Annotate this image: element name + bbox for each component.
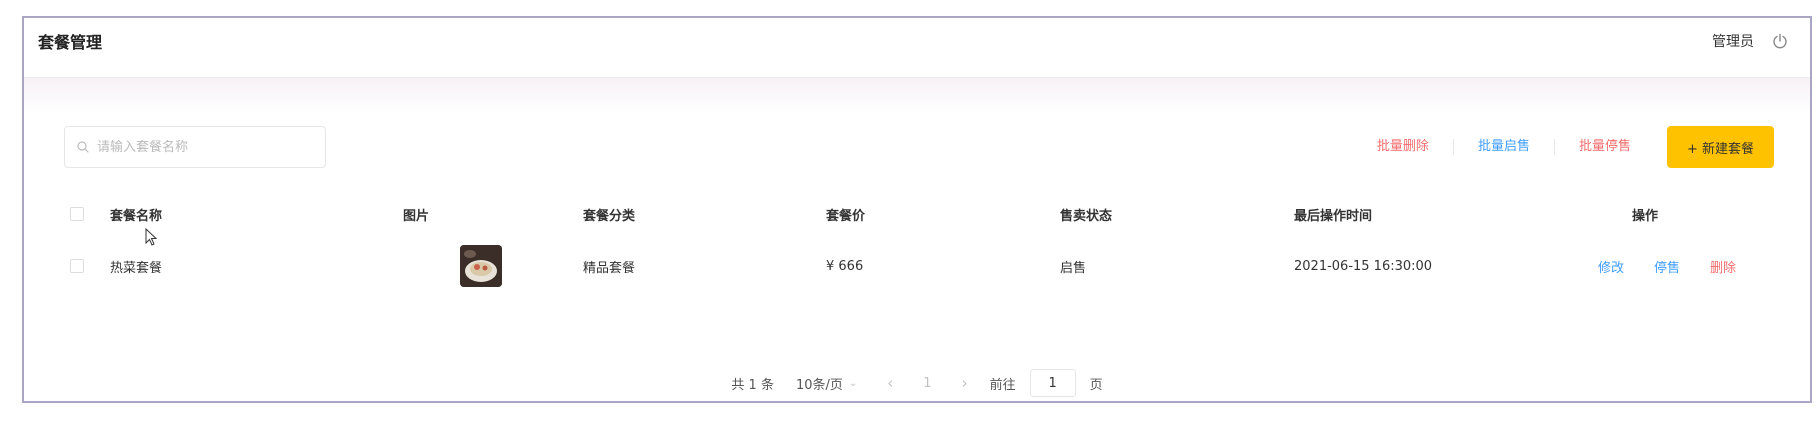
goto-page-input[interactable] xyxy=(1029,369,1076,397)
user-name[interactable]: 管理员 xyxy=(1712,31,1754,51)
page-size-value: 10条/页 xyxy=(795,377,843,393)
combo-updated-time: 2021-06-15 16:30:00 xyxy=(1294,258,1433,274)
select-all-checkbox[interactable] xyxy=(70,207,84,221)
total-count: 共 1 条 xyxy=(731,377,774,393)
chevron-down-icon: ⌄ xyxy=(848,377,858,389)
search-icon xyxy=(77,141,89,153)
batch-delete-link[interactable]: 批量删除 xyxy=(1353,139,1454,155)
batch-start-sale-link[interactable]: 批量启售 xyxy=(1454,139,1555,155)
table-row: 热菜套餐 精品套餐 ¥ 666 启售 2021-06-15 16:30:00 修… xyxy=(64,234,1774,298)
search-input[interactable] xyxy=(97,139,307,155)
dish-photo-image xyxy=(460,245,502,287)
next-page-icon[interactable]: › xyxy=(954,374,976,392)
combo-image-cell xyxy=(460,234,502,298)
combo-table: 套餐名称 图片 套餐分类 套餐价 售卖状态 最后操作时间 操作 热菜套餐 精品套… xyxy=(64,194,1774,298)
current-page[interactable]: 1 xyxy=(915,376,939,391)
toolbar: 批量删除 批量启售 批量停售 + 新建套餐 xyxy=(1353,126,1774,168)
batch-stop-sale-link[interactable]: 批量停售 xyxy=(1555,139,1655,155)
pagination: 共 1 条 10条/页 ⌄ ‹ 1 › 前往 页 xyxy=(24,368,1810,398)
page-suffix: 页 xyxy=(1089,377,1103,393)
col-header-updated: 最后操作时间 xyxy=(1294,208,1373,224)
new-combo-button[interactable]: + 新建套餐 xyxy=(1666,126,1774,168)
select-all-cell xyxy=(70,194,84,234)
row-actions: 修改 停售 删除 xyxy=(1598,234,1766,298)
prev-page-icon[interactable]: ‹ xyxy=(879,374,901,392)
col-header-status: 售卖状态 xyxy=(1060,208,1113,224)
page-size-select[interactable]: 10条/页 ⌄ xyxy=(788,369,865,397)
edit-link[interactable]: 修改 xyxy=(1598,257,1624,276)
delete-link[interactable]: 删除 xyxy=(1710,257,1736,276)
user-area: 管理员 xyxy=(1712,31,1788,51)
table-header-row: 套餐名称 图片 套餐分类 套餐价 售卖状态 最后操作时间 操作 xyxy=(64,194,1774,234)
combo-status: 启售 xyxy=(1060,260,1087,276)
app-frame: 套餐管理 管理员 批量删除 批量启售 批量停售 + 新建套餐 套餐名称 图片 xyxy=(22,16,1812,403)
row-select-cell xyxy=(70,234,84,298)
col-header-price: 套餐价 xyxy=(826,208,866,224)
header-band xyxy=(24,78,1810,114)
power-icon[interactable] xyxy=(1772,33,1788,49)
page-title: 套餐管理 xyxy=(38,33,103,52)
col-header-actions: 操作 xyxy=(1632,208,1659,224)
goto-label: 前往 xyxy=(989,377,1016,393)
col-header-category: 套餐分类 xyxy=(583,208,636,224)
top-header: 套餐管理 管理员 xyxy=(24,18,1810,78)
col-header-image: 图片 xyxy=(403,208,430,224)
search-box[interactable] xyxy=(64,126,326,168)
row-checkbox[interactable] xyxy=(70,259,84,273)
stop-sale-link[interactable]: 停售 xyxy=(1654,257,1680,276)
combo-price: ¥ 666 xyxy=(826,258,864,274)
mouse-cursor-icon xyxy=(145,228,158,246)
combo-category: 精品套餐 xyxy=(583,260,636,276)
